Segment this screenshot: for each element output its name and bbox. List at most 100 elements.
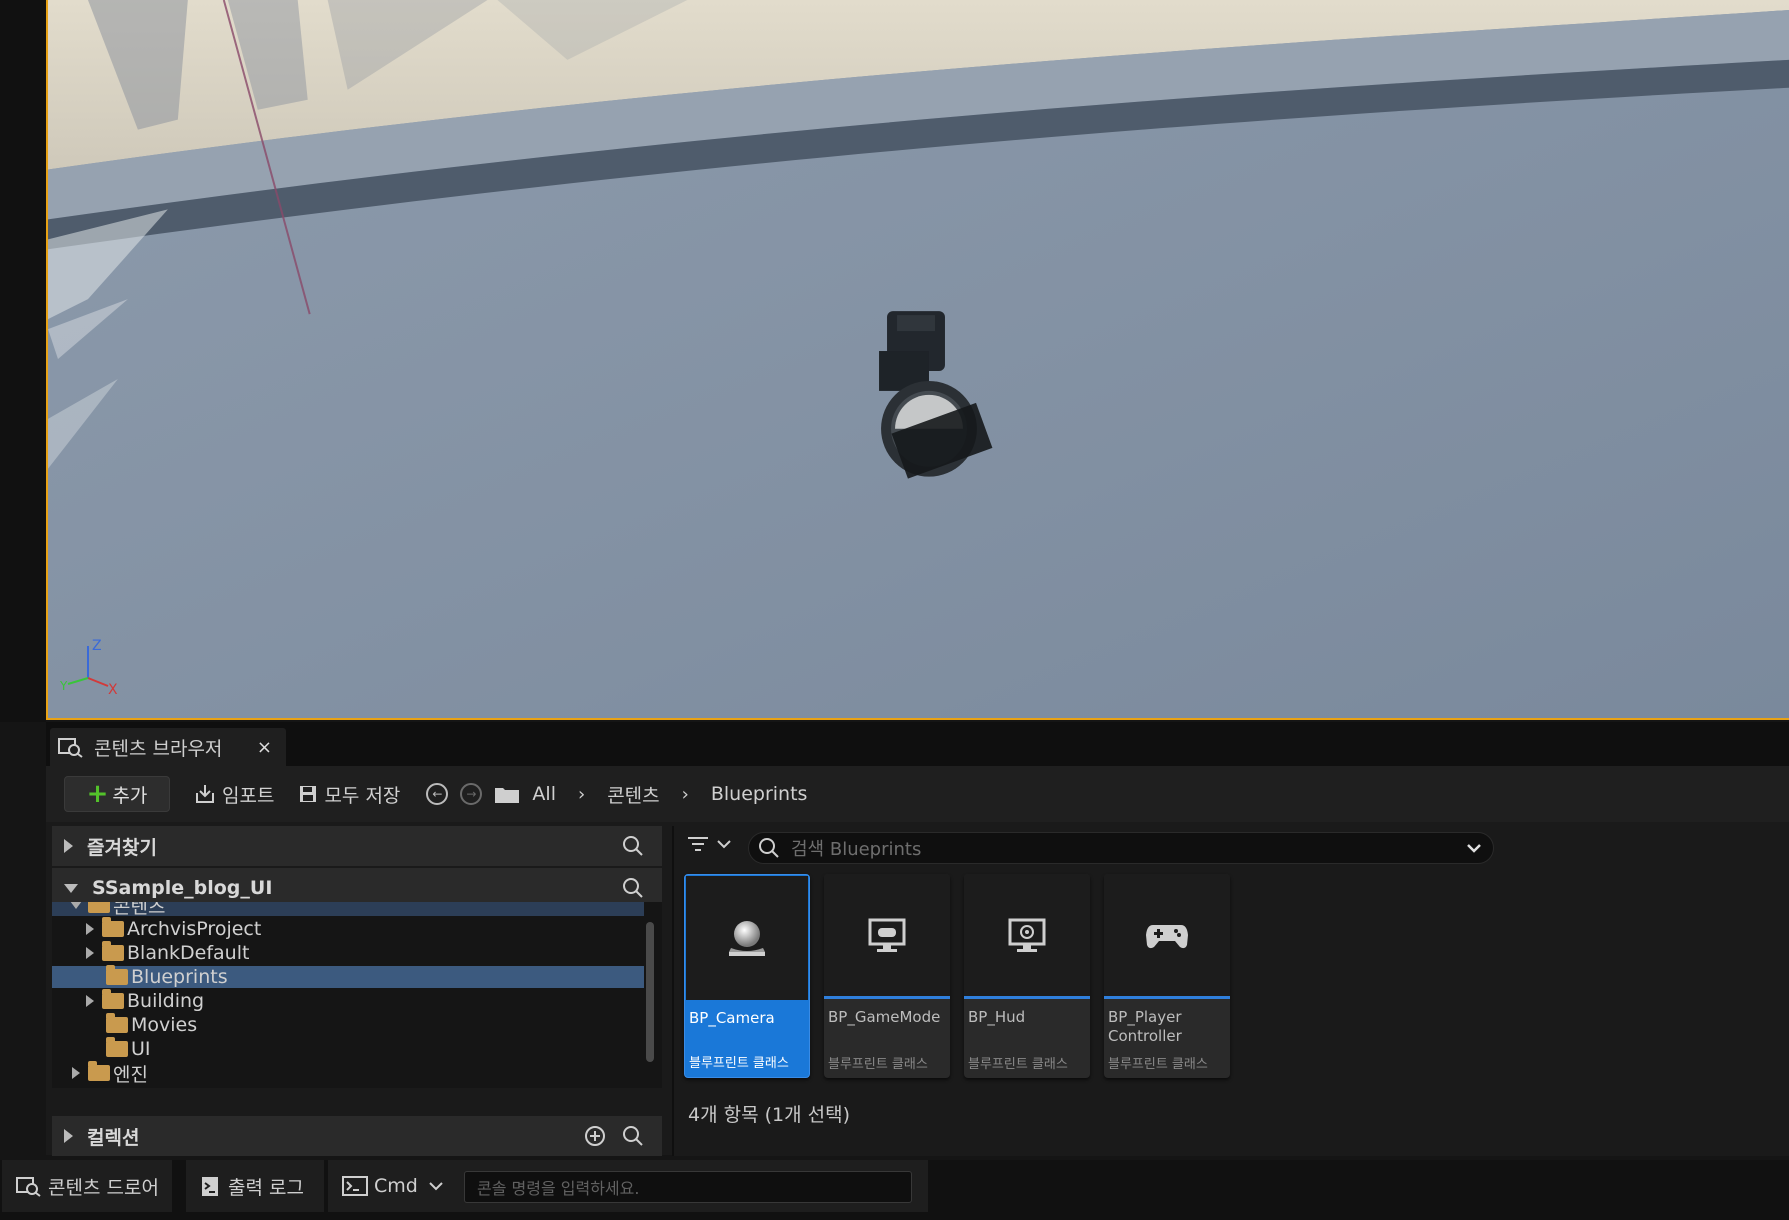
content-browser-tab[interactable]: 콘텐츠 브라우저 × (50, 728, 286, 766)
tree-item-movies[interactable]: Movies (52, 1013, 644, 1036)
tree-item-building[interactable]: Building (52, 989, 644, 1012)
asset-tile-grid: BP_Camera 블루프린트 클래스 BP_GameMode 블루프린트 클래… (684, 874, 1244, 1078)
collapse-arrow-icon[interactable] (64, 883, 78, 893)
expand-arrow-icon[interactable] (64, 1129, 73, 1143)
folder-icon (495, 788, 520, 803)
search-icon[interactable] (622, 835, 644, 857)
left-edge-strip (0, 0, 46, 722)
tree-item-label: BlankDefault (127, 942, 250, 964)
tree-item-label: ArchvisProject (127, 918, 262, 940)
breadcrumb-item-all[interactable]: All (532, 783, 556, 805)
asset-tile-bp-hud[interactable]: BP_Hud 블루프린트 클래스 (964, 874, 1090, 1078)
level-viewport[interactable]: Z X Y (46, 0, 1789, 720)
add-circle-icon[interactable] (584, 1125, 606, 1147)
source-tree-panel: 즐겨찾기 SSample_blog_UI 콘텐츠 ArchvisProject … (52, 826, 662, 1156)
folder-icon (106, 1013, 128, 1033)
gamepad-icon (1146, 925, 1188, 949)
search-placeholder: 검색 Blueprints (791, 839, 922, 860)
chevron-down-icon (429, 1182, 443, 1191)
add-button-label: 추가 (112, 784, 148, 807)
chevron-down-icon[interactable] (1465, 839, 1483, 857)
asset-thumbnail (686, 876, 808, 1000)
tree-item-engine[interactable]: 엔진 (52, 1061, 644, 1086)
search-icon[interactable] (622, 877, 644, 899)
breadcrumb: All › 콘텐츠 › Blueprints (532, 781, 807, 808)
tree-item-blueprints[interactable]: Blueprints (52, 965, 644, 988)
folder-icon (106, 1037, 128, 1057)
expand-arrow-icon[interactable] (86, 923, 94, 935)
asset-type: 블루프린트 클래스 (689, 1056, 789, 1071)
favorites-label: 즐겨찾기 (87, 836, 157, 859)
asset-search-input[interactable]: 검색 Blueprints (748, 832, 1494, 864)
tree-item-label: Blueprints (131, 966, 228, 988)
asset-view-panel: 검색 Blueprints BP_Camera 블루프린트 클래스 BP_Gam… (672, 826, 1789, 1156)
folder-icon (102, 917, 124, 937)
save-all-button-label: 모두 저장 (324, 784, 401, 807)
console-command-input[interactable]: 콘솔 명령을 입력하세요. (464, 1171, 912, 1203)
axis-z-label: Z (92, 638, 102, 654)
asset-name-line1: BP_Player (1108, 1008, 1182, 1026)
monitor-target-icon (1008, 918, 1046, 952)
chevron-right-icon[interactable]: › (578, 784, 585, 805)
add-button[interactable]: + 추가 (64, 776, 170, 812)
terminal-icon (342, 1176, 368, 1196)
content-browser-icon (16, 1177, 41, 1197)
collections-label: 컬렉션 (87, 1126, 140, 1149)
asset-tile-bp-camera[interactable]: BP_Camera 블루프린트 클래스 (684, 874, 810, 1078)
camera-sphere-icon (729, 921, 765, 956)
content-drawer-button[interactable]: 콘텐츠 드로어 (2, 1160, 172, 1212)
back-arrow-icon[interactable]: ← (426, 783, 449, 805)
close-icon[interactable]: × (257, 737, 272, 758)
asset-tile-bp-player-controller[interactable]: BP_Player Controller 블루프린트 클래스 (1104, 874, 1230, 1078)
tree-item-ui[interactable]: UI (52, 1037, 644, 1060)
breadcrumb-item-content[interactable]: 콘텐츠 (607, 781, 659, 808)
import-button[interactable]: 임포트 (194, 781, 274, 808)
tree-item-content[interactable]: 콘텐츠 (52, 902, 644, 918)
viewport-scene (48, 0, 1789, 718)
asset-name: BP_Camera (689, 1009, 775, 1027)
content-browser-icon (58, 738, 83, 758)
item-count-status: 4개 항목 (1개 선택) (688, 1104, 851, 1126)
output-log-label: 출력 로그 (228, 1176, 304, 1199)
asset-name: BP_Player Controller (1108, 1008, 1228, 1046)
chevron-right-icon[interactable]: › (682, 784, 689, 805)
breadcrumb-item-blueprints[interactable]: Blueprints (711, 783, 808, 805)
forward-arrow-icon[interactable]: → (460, 783, 483, 805)
collections-section-header[interactable]: 컬렉션 (52, 1116, 662, 1156)
blueprint-class-bar (964, 996, 1090, 999)
search-icon[interactable] (622, 1125, 644, 1147)
asset-thumbnail (824, 874, 950, 998)
chevron-down-icon (717, 840, 731, 849)
cmd-label: Cmd (374, 1175, 418, 1197)
output-log-button[interactable]: 출력 로그 (186, 1160, 324, 1212)
folder-tree: 콘텐츠 ArchvisProject BlankDefault Blueprin… (52, 902, 662, 1088)
expand-arrow-icon[interactable] (86, 995, 94, 1007)
content-browser-toolbar: + 추가 임포트 모두 저장 ← → All › 콘텐츠 › Blueprint… (46, 766, 1789, 822)
console-placeholder: 콘솔 명령을 입력하세요. (477, 1179, 640, 1198)
monitor-gamepad-icon (868, 918, 906, 952)
filter-dropdown[interactable] (686, 834, 732, 854)
asset-type: 블루프린트 클래스 (1108, 1057, 1208, 1072)
asset-name: BP_Hud (968, 1008, 1026, 1026)
log-icon (202, 1177, 218, 1196)
expand-arrow-icon[interactable] (86, 947, 94, 959)
cmd-dropdown[interactable]: Cmd (342, 1175, 444, 1197)
tree-item-label: Movies (131, 1014, 198, 1036)
folder-icon (88, 1061, 110, 1081)
asset-thumbnail (964, 874, 1090, 998)
tree-item-archvisproject[interactable]: ArchvisProject (52, 917, 644, 940)
save-icon (300, 786, 317, 802)
blueprint-class-bar (1104, 996, 1230, 999)
collapse-arrow-icon[interactable] (70, 902, 82, 909)
expand-arrow-icon[interactable] (72, 1067, 80, 1079)
asset-type: 블루프린트 클래스 (968, 1057, 1068, 1072)
asset-type: 블루프린트 클래스 (828, 1057, 928, 1072)
asset-tile-bp-gamemode[interactable]: BP_GameMode 블루프린트 클래스 (824, 874, 950, 1078)
tree-scrollbar[interactable] (646, 922, 654, 1062)
expand-arrow-icon[interactable] (64, 839, 73, 853)
save-all-button[interactable]: 모두 저장 (298, 781, 400, 808)
favorites-section-header[interactable]: 즐겨찾기 (52, 826, 662, 866)
tree-item-blankdefault[interactable]: BlankDefault (52, 941, 644, 964)
folder-icon (106, 965, 128, 985)
search-icon (759, 838, 779, 858)
